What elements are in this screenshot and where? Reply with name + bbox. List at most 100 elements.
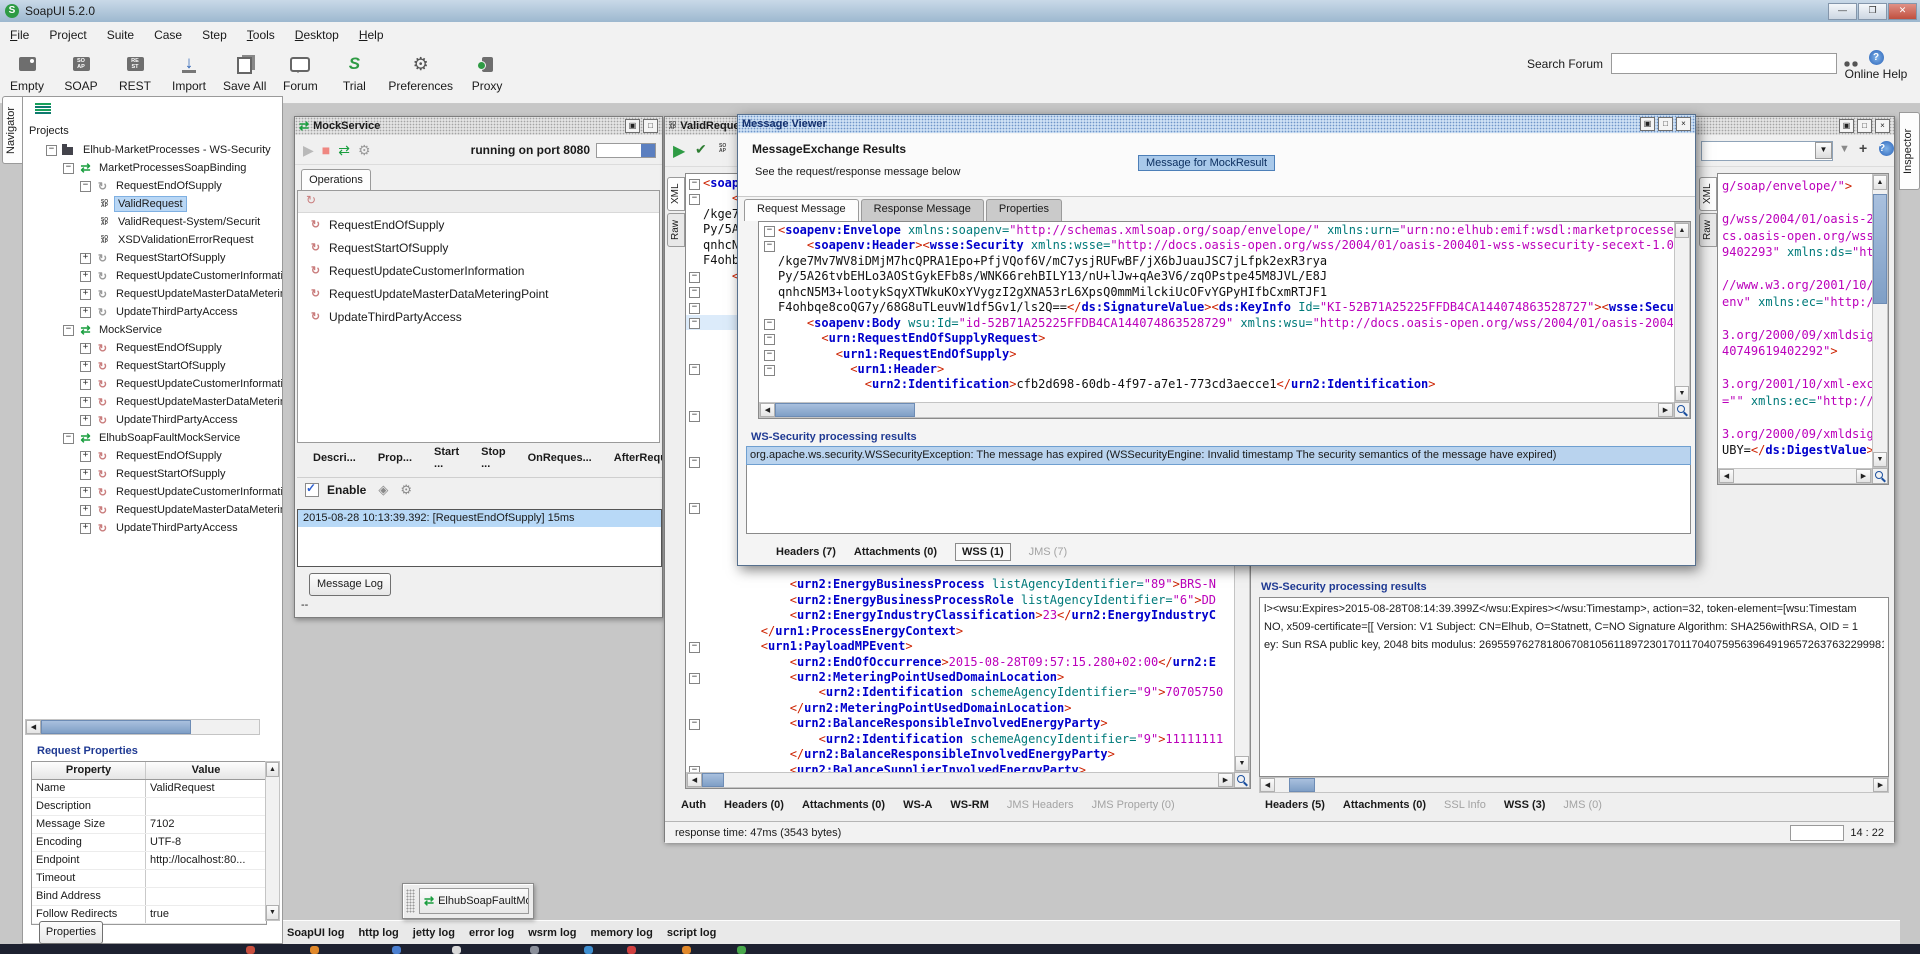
scroll-thumb[interactable] — [702, 773, 724, 787]
validate-icon[interactable]: ✔ — [695, 141, 707, 158]
log-entry[interactable]: 2015-08-28 10:13:39.392: [RequestEndOfSu… — [298, 510, 661, 527]
fold-icon[interactable]: − — [689, 272, 700, 283]
operation-requeststartofsupply[interactable]: ↻RequestStartOfSupply — [298, 236, 659, 259]
property-row-name[interactable]: NameValidRequest — [32, 780, 266, 798]
navigator-hscrollbar[interactable]: ◀ — [25, 719, 260, 735]
tab-jms-0[interactable]: JMS (0) — [1563, 799, 1602, 811]
property-row-encoding[interactable]: EncodingUTF-8 — [32, 834, 266, 852]
minimize-button[interactable]: — — [1828, 3, 1857, 20]
fold-icon[interactable]: − — [689, 719, 700, 730]
fold-icon[interactable]: − — [689, 673, 700, 684]
property-row-description[interactable]: Description — [32, 798, 266, 816]
fold-icon[interactable]: − — [689, 318, 700, 329]
zoom-magnifier-icon[interactable] — [1872, 468, 1888, 484]
dock-icon[interactable]: ▣ — [625, 119, 640, 133]
scroll-right-icon[interactable]: ▶ — [1658, 403, 1673, 417]
tab-raw[interactable]: Raw — [667, 213, 685, 247]
fold-icon[interactable]: − — [689, 503, 700, 514]
clear-log-icon[interactable]: ◈ — [378, 482, 388, 498]
scroll-thumb[interactable] — [775, 403, 915, 417]
fold-icon[interactable]: − — [764, 319, 775, 330]
tree-item-mockservice[interactable]: −⇄MockService — [23, 321, 282, 339]
toolbar-forum-button[interactable]: Forum — [280, 51, 320, 93]
scroll-left-icon[interactable]: ◀ — [1719, 469, 1734, 483]
scroll-right-icon[interactable]: ▶ — [1873, 778, 1888, 792]
tab-attachments-0[interactable]: Attachments (0) — [854, 546, 937, 558]
tab-wss-3[interactable]: WSS (3) — [1504, 799, 1546, 811]
maximize-button[interactable]: ❐ — [1858, 3, 1887, 20]
tab-properties[interactable]: Properties — [986, 199, 1062, 221]
zoom-magnifier-icon[interactable] — [1674, 402, 1690, 418]
expand-icon[interactable]: + — [80, 307, 91, 318]
tab-start[interactable]: Start ... — [434, 447, 459, 469]
stop-mockservice-icon[interactable]: ■ — [322, 142, 330, 158]
run-mockservice-icon[interactable]: ▶ — [303, 142, 314, 159]
fold-icon[interactable]: − — [764, 350, 775, 361]
expand-icon[interactable]: + — [80, 505, 91, 516]
maximize-icon[interactable]: □ — [1857, 119, 1872, 133]
tab-onreques[interactable]: OnReques... — [528, 452, 592, 464]
tree-item-validrequest[interactable]: SO APValidRequest — [23, 195, 282, 213]
expand-icon[interactable]: + — [80, 271, 91, 282]
scroll-thumb[interactable] — [41, 720, 191, 734]
expand-icon[interactable]: + — [80, 415, 91, 426]
toolbar-proxy-button[interactable]: Proxy — [467, 51, 507, 93]
toolbar-save-all-button[interactable]: Save All — [223, 51, 266, 93]
tree-item-updatethirdpartyaccess[interactable]: +↻UpdateThirdPartyAccess — [23, 411, 282, 429]
fold-icon[interactable]: − — [689, 457, 700, 468]
options-gear-icon[interactable]: ⚙ — [358, 142, 371, 159]
tab-attachments-0[interactable]: Attachments (0) — [802, 799, 885, 811]
tab-request-message[interactable]: Request Message — [744, 199, 859, 221]
scroll-left-icon[interactable]: ◀ — [687, 773, 702, 787]
response-tab-xml[interactable]: XML — [1699, 177, 1717, 211]
scroll-left-icon[interactable]: ◀ — [1260, 778, 1275, 792]
expand-icon[interactable]: + — [80, 343, 91, 354]
tab-jms-property-0[interactable]: JMS Property (0) — [1092, 799, 1175, 811]
tree-item-requestupdatecustomerinformation[interactable]: +↻RequestUpdateCustomerInformation — [23, 483, 282, 501]
status-input[interactable] — [1790, 825, 1844, 841]
scroll-down-icon[interactable]: ▼ — [266, 905, 279, 920]
wssec-exception-row[interactable]: org.apache.ws.security.WSSecurityExcepti… — [747, 447, 1690, 464]
endpoint-dropdown[interactable] — [1701, 141, 1833, 161]
tab-ssl-info[interactable]: SSL Info — [1444, 799, 1486, 811]
tab-stop[interactable]: Stop ... — [481, 447, 505, 469]
menu-tools[interactable]: Tools — [237, 25, 285, 45]
tree-item-requestupdatemasterdatameteringpoint[interactable]: +↻RequestUpdateMasterDataMeteringPoint — [23, 393, 282, 411]
scroll-right-icon[interactable]: ▶ — [1856, 469, 1871, 483]
viewer-hscrollbar[interactable]: ◀ ▶ — [759, 402, 1674, 418]
help-icon[interactable]: ? — [1879, 141, 1894, 156]
dropdown-arrow-icon[interactable]: ▼ — [1815, 142, 1832, 159]
collapse-icon[interactable]: − — [63, 325, 74, 336]
log-tab-wsrm-log[interactable]: wsrm log — [528, 927, 576, 939]
expand-icon[interactable]: + — [80, 451, 91, 462]
menu-help[interactable]: Help — [349, 25, 394, 45]
tree-item-requestupdatemasterdatameteringpoint[interactable]: +↻RequestUpdateMasterDataMeteringPoint — [23, 285, 282, 303]
tree-item-requeststartofsupply[interactable]: +↻RequestStartOfSupply — [23, 465, 282, 483]
expand-icon[interactable]: + — [80, 469, 91, 480]
dock-icon[interactable]: ▣ — [1640, 117, 1655, 131]
menu-file[interactable]: File — [0, 25, 39, 45]
expand-icon[interactable]: + — [80, 523, 91, 534]
scroll-left-icon[interactable]: ◀ — [26, 720, 41, 734]
tab-headers-0[interactable]: Headers (0) — [724, 799, 784, 811]
scroll-up-icon[interactable]: ▲ — [1873, 175, 1887, 190]
fold-icon[interactable]: − — [689, 194, 700, 205]
search-forum-input[interactable] — [1611, 53, 1837, 74]
operation-requestendofsupply[interactable]: ↻RequestEndOfSupply — [298, 213, 659, 236]
tree-item-elhubsoapfaultmockservice[interactable]: −⇄ElhubSoapFaultMockService — [23, 429, 282, 447]
tree-item-updatethirdpartyaccess[interactable]: +↻UpdateThirdPartyAccess — [23, 303, 282, 321]
zoom-magnifier-icon[interactable] — [1234, 772, 1250, 788]
submit-request-icon[interactable]: ▶ — [673, 141, 685, 161]
mockservice-titlebar[interactable]: ⇄ MockService ▣ □ — [295, 117, 662, 135]
property-row-endpoint[interactable]: Endpointhttp://localhost:80... — [32, 852, 266, 870]
navigator-tab[interactable]: Navigator — [2, 96, 23, 164]
add-icon[interactable]: + — [1859, 140, 1867, 156]
tab-afterrequ[interactable]: AfterRequ... — [614, 452, 662, 464]
menu-suite[interactable]: Suite — [97, 25, 144, 45]
tree-item-requestendofsupply[interactable]: +↻RequestEndOfSupply — [23, 339, 282, 357]
expand-icon[interactable]: + — [80, 487, 91, 498]
fold-icon[interactable]: − — [689, 303, 700, 314]
tab-xml[interactable]: XML — [758, 228, 759, 262]
properties-button[interactable]: Properties — [39, 921, 103, 944]
collapse-icon[interactable]: − — [80, 181, 91, 192]
